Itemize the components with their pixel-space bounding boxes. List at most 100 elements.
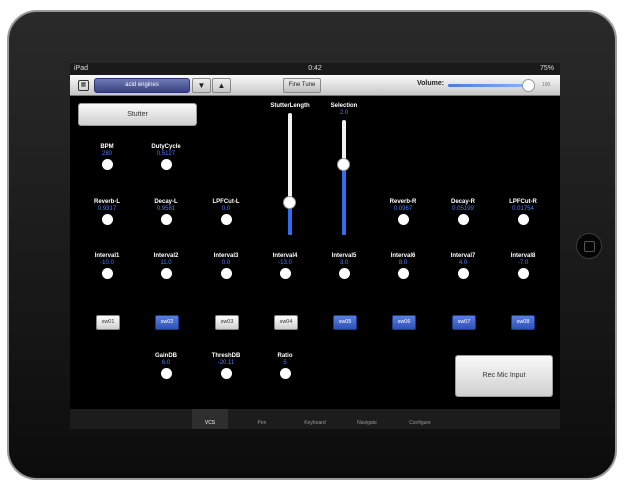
lpfcut-l-value: 0.0 <box>221 206 231 212</box>
thresh-db-dial[interactable] <box>220 368 232 379</box>
grid-icon[interactable]: ▦ <box>78 80 89 91</box>
interval7-value: 4.0 <box>458 260 468 266</box>
interval8-dial[interactable] <box>517 268 529 279</box>
interval6-knob[interactable]: Interval6 8.0 <box>378 253 428 279</box>
fine-tune-button[interactable]: Fine Tune <box>283 78 321 93</box>
tab-pen[interactable]: Pen <box>242 409 282 429</box>
gain-db-knob[interactable]: GainDB 6.0 <box>141 353 191 379</box>
tab-keyboard[interactable]: Keyboard <box>294 409 336 429</box>
selection-fill <box>342 163 346 235</box>
preset-select[interactable]: acid engines <box>94 78 190 93</box>
bpm-knob[interactable]: BPM 280 <box>82 144 132 170</box>
tab-configure[interactable]: Configure <box>398 409 442 429</box>
tab-bar: VCS Pen Keyboard Navigate Configure <box>70 409 560 429</box>
bpm-dial[interactable] <box>101 159 113 170</box>
stutter-length-thumb[interactable] <box>283 196 296 210</box>
rec-mic-input-button[interactable]: Rec Mic Input <box>455 355 553 397</box>
toolbar: ▦ acid engines ▼ ▲ Fine Tune Volume: 100 <box>70 75 560 96</box>
tab-navigate[interactable]: Navigate <box>346 409 388 429</box>
interval5-value: 3.0 <box>339 260 349 266</box>
duty-cycle-knob[interactable]: DutyCycle 0.5127 <box>141 144 191 170</box>
interval7-label: Interval7 <box>450 253 476 259</box>
reverb-r-label: Reverb-R <box>389 199 417 205</box>
battery-label: 75% <box>539 65 554 72</box>
interval8-label: Interval8 <box>510 253 536 259</box>
preset-up-button[interactable]: ▲ <box>212 78 231 93</box>
decay-l-value: 0.9581 <box>156 206 176 212</box>
thresh-db-value: -20.11 <box>217 360 235 366</box>
decay-r-knob[interactable]: Decay-R 0.05199 <box>438 199 488 225</box>
interval7-dial[interactable] <box>457 268 469 279</box>
stutter-button[interactable]: Stutter <box>78 103 197 126</box>
lpfcut-r-dial[interactable] <box>517 214 529 225</box>
interval4-dial[interactable] <box>279 268 291 279</box>
switch-sw05[interactable]: sw05 <box>333 315 357 330</box>
decay-r-label: Decay-R <box>450 199 475 205</box>
interval5-knob[interactable]: Interval5 3.0 <box>319 253 369 279</box>
switch-sw03[interactable]: sw03 <box>215 315 239 330</box>
lpfcut-r-value: 0.01754 <box>512 206 534 212</box>
selection-slider[interactable]: Selection 2.0 <box>324 103 364 117</box>
interval5-dial[interactable] <box>338 268 350 279</box>
gain-db-dial[interactable] <box>160 368 172 379</box>
interval8-knob[interactable]: Interval8 -7.0 <box>498 253 548 279</box>
switch-sw01[interactable]: sw01 <box>96 315 120 330</box>
ratio-label: Ratio <box>277 353 293 359</box>
ratio-value: 5 <box>283 360 287 366</box>
decay-l-dial[interactable] <box>160 214 172 225</box>
decay-l-knob[interactable]: Decay-L 0.9581 <box>141 199 191 225</box>
ratio-knob[interactable]: Ratio 5 <box>260 353 310 379</box>
lpfcut-l-label: LPFCut-L <box>212 199 240 205</box>
interval2-value: 11.0 <box>160 260 172 266</box>
switch-sw08[interactable]: sw08 <box>511 315 535 330</box>
duty-cycle-dial[interactable] <box>160 159 172 170</box>
interval6-dial[interactable] <box>397 268 409 279</box>
volume-slider-track[interactable] <box>448 84 532 87</box>
interval4-knob[interactable]: Interval4 -13.0 <box>260 253 310 279</box>
interval1-dial[interactable] <box>101 268 113 279</box>
reverb-r-dial[interactable] <box>397 214 409 225</box>
reverb-l-value: 0.9317 <box>97 206 117 212</box>
stutter-length-label: StutterLength <box>270 103 310 109</box>
reverb-l-dial[interactable] <box>101 214 113 225</box>
interval8-value: -7.0 <box>517 260 529 266</box>
decay-l-label: Decay-L <box>154 199 178 205</box>
reverb-r-knob[interactable]: Reverb-R 0.0967 <box>378 199 428 225</box>
lpfcut-r-knob[interactable]: LPFCut-R 0.01754 <box>498 199 548 225</box>
interval2-knob[interactable]: Interval2 11.0 <box>141 253 191 279</box>
switch-sw04[interactable]: sw04 <box>274 315 298 330</box>
decay-r-dial[interactable] <box>457 214 469 225</box>
decay-r-value: 0.05199 <box>452 206 474 212</box>
switch-sw07[interactable]: sw07 <box>452 315 476 330</box>
interval6-label: Interval6 <box>390 253 416 259</box>
switch-sw06[interactable]: sw06 <box>392 315 416 330</box>
volume-slider-thumb[interactable] <box>521 79 535 92</box>
interval3-dial[interactable] <box>220 268 232 279</box>
tab-vcs[interactable]: VCS <box>192 409 228 429</box>
interval6-value: 8.0 <box>398 260 408 266</box>
thresh-db-label: ThreshDB <box>211 353 241 359</box>
interval1-knob[interactable]: Interval1 -10.0 <box>82 253 132 279</box>
preset-down-button[interactable]: ▼ <box>192 78 211 93</box>
interval3-knob[interactable]: Interval3 0.0 <box>201 253 251 279</box>
gain-db-label: GainDB <box>154 353 177 359</box>
lpfcut-l-dial[interactable] <box>220 214 232 225</box>
gain-db-value: 6.0 <box>161 360 171 366</box>
interval1-value: -10.0 <box>100 260 114 266</box>
reverb-r-value: 0.0967 <box>393 206 413 212</box>
selection-thumb[interactable] <box>337 157 350 171</box>
switch-sw02[interactable]: sw02 <box>155 315 179 330</box>
reverb-l-knob[interactable]: Reverb-L 0.9317 <box>82 199 132 225</box>
interval4-value: -13.0 <box>278 260 292 266</box>
selection-value: 2.0 <box>339 110 349 116</box>
interval7-knob[interactable]: Interval7 4.0 <box>438 253 488 279</box>
thresh-db-knob[interactable]: ThreshDB -20.11 <box>201 353 251 379</box>
volume-label: Volume: <box>417 80 445 87</box>
lpfcut-l-knob[interactable]: LPFCut-L 0.0 <box>201 199 251 225</box>
interval2-dial[interactable] <box>160 268 172 279</box>
stutter-length-slider[interactable]: StutterLength <box>270 103 310 110</box>
duty-cycle-value: 0.5127 <box>156 151 176 157</box>
reverb-l-label: Reverb-L <box>93 199 120 205</box>
home-button[interactable] <box>576 233 602 259</box>
ratio-dial[interactable] <box>279 368 291 379</box>
